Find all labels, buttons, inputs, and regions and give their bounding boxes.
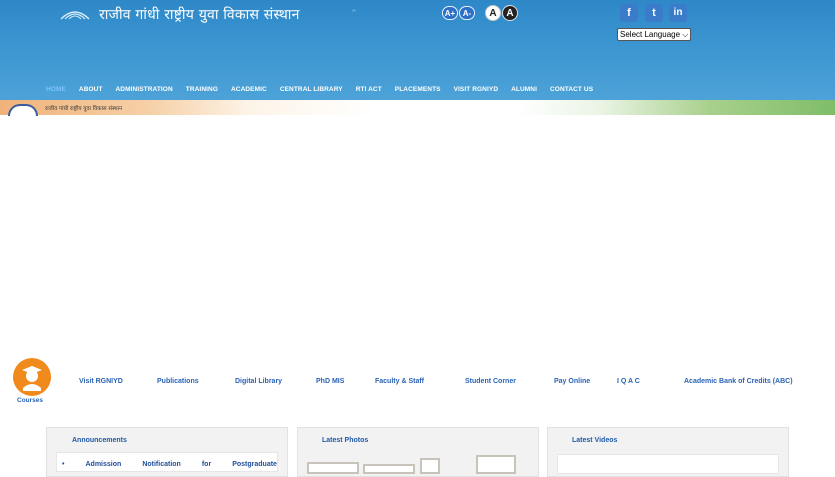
nav-item-visit-rgniyd[interactable]: VISIT RGNIYD [454,86,499,96]
twitter-icon[interactable]: t [645,4,663,22]
nav-item-rti-act[interactable]: RTI ACT [356,86,382,96]
photo-thumbnail[interactable] [363,464,415,474]
quick-link-pay-online[interactable]: Pay Online [554,378,590,385]
banner-text: राजीव गांधी राष्ट्रीय युवा विकास संस्थान [45,106,123,112]
quick-link-digital-library[interactable]: Digital Library [235,378,282,385]
nav-item-about[interactable]: ABOUT [79,86,103,96]
nav-item-academic[interactable]: ACADEMIC [231,86,267,96]
courses-label[interactable]: Courses [17,397,43,404]
announcement-word: Notification [142,461,181,468]
contrast-light-button[interactable]: A [485,5,501,21]
announcement-word: Admission [85,461,122,468]
videos-title: Latest Videos [572,437,618,444]
announcements-title: Announcements [72,437,127,444]
list-bullet: • [62,461,65,468]
photo-thumbnail[interactable] [476,455,516,474]
announcement-word: Postgraduate [232,461,277,468]
facebook-icon[interactable]: f [620,4,638,22]
quick-link-iqac[interactable]: I Q A C [617,378,640,385]
nav-item-contact-us[interactable]: CONTACT US [550,86,593,96]
contrast-dark-button[interactable]: A [502,5,518,21]
language-select[interactable]: Select Language ⌵ [617,28,691,41]
graduate-icon [22,366,42,391]
nav-item-alumni[interactable]: ALUMNI [511,86,537,96]
photos-title: Latest Photos [322,437,369,444]
courses-icon[interactable] [13,358,51,396]
banner-logo-icon [8,104,38,116]
font-increase-button[interactable]: A+ [442,6,458,20]
nav-item-administration[interactable]: ADMINISTRATION [116,86,173,96]
photo-thumbnail[interactable] [420,458,440,474]
quick-link-visit-rgniyd[interactable]: Visit RGNIYD [79,378,123,385]
quick-link-abc[interactable]: Academic Bank of Credits (ABC) [684,378,793,385]
announcement-word: for [201,461,212,468]
linkedin-icon[interactable]: in [669,4,687,22]
photo-thumbnail[interactable] [307,462,359,474]
nav-item-placements[interactable]: PLACEMENTS [395,86,441,96]
banner-strip [0,100,835,115]
nav-item-training[interactable]: TRAINING [186,86,218,96]
quick-link-faculty-staff[interactable]: Faculty & Staff [375,378,424,385]
caret-up-icon: ⌃ [350,9,358,19]
announcement-item[interactable]: • Admission Notification for Postgraduat… [62,461,277,468]
font-decrease-button[interactable]: A- [459,6,475,20]
video-player[interactable] [557,454,779,474]
nav-item-home[interactable]: HOME [46,86,66,96]
logo-emblem-icon[interactable] [60,7,90,21]
language-select-label: Select Language [620,30,681,39]
site-title[interactable]: राजीव गांधी राष्ट्रीय युवा विकास संस्थान [99,5,300,24]
main-nav: HOME ABOUT ADMINISTRATION TRAINING ACADE… [46,86,606,96]
quick-link-phd-mis[interactable]: PhD MIS [316,378,344,385]
quick-link-publications[interactable]: Publications [157,378,199,385]
nav-item-central-library[interactable]: CENTRAL LIBRARY [280,86,343,96]
quick-link-student-corner[interactable]: Student Corner [465,378,516,385]
